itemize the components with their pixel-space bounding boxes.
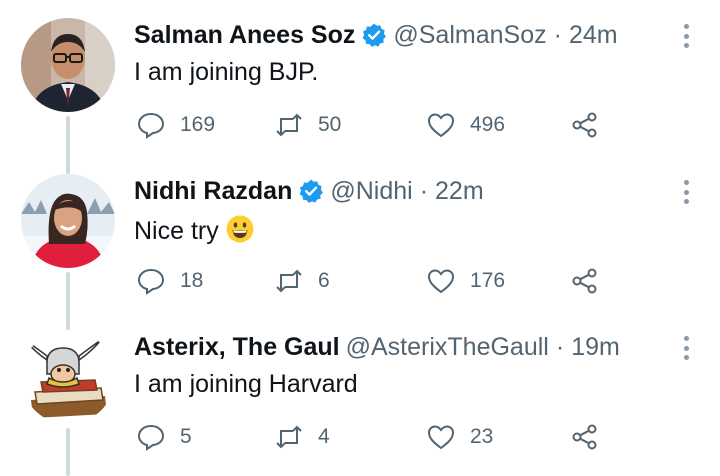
tweet-text: I am joining BJP.: [134, 58, 318, 87]
handle[interactable]: @AsterixTheGaull: [346, 333, 549, 362]
retweet-button[interactable]: 6: [274, 264, 330, 298]
grinning-face-emoji-icon: [226, 215, 254, 243]
tweet-actions: 169 50 496: [134, 108, 614, 142]
display-name[interactable]: Nidhi Razdan: [134, 177, 292, 206]
like-count: 176: [470, 269, 506, 292]
retweet-count: 4: [318, 425, 330, 448]
tweet[interactable]: Nidhi Razdan @Nidhi · 22m Nice try 18 6 …: [0, 156, 720, 312]
share-button[interactable]: [570, 420, 600, 454]
heart-icon: [427, 425, 455, 450]
timestamp[interactable]: 19m: [571, 333, 620, 362]
tweet-header: Asterix, The Gaul @AsterixTheGaull · 19m: [134, 330, 620, 364]
tweet-header: Nidhi Razdan @Nidhi · 22m: [134, 174, 484, 208]
retweet-button[interactable]: 4: [274, 420, 330, 454]
reply-icon: [137, 424, 165, 451]
retweet-button[interactable]: 50: [274, 108, 341, 142]
more-options-icon[interactable]: [680, 24, 692, 48]
tweet[interactable]: Salman Anees Soz @SalmanSoz · 24m I am j…: [0, 0, 720, 156]
timestamp[interactable]: 24m: [569, 21, 618, 50]
heart-icon: [427, 269, 455, 294]
heart-icon: [427, 113, 455, 138]
tweet-text-content: I am joining BJP.: [134, 58, 319, 86]
retweet-icon: [276, 269, 302, 293]
like-button[interactable]: 23: [426, 420, 493, 454]
more-options-icon[interactable]: [680, 336, 692, 360]
retweet-count: 6: [318, 269, 330, 292]
tweet-text-content: I am joining Harvard: [134, 370, 358, 398]
avatar[interactable]: [21, 18, 115, 112]
tweet-text: I am joining Harvard: [134, 370, 358, 399]
separator-dot: ·: [419, 176, 429, 205]
like-button[interactable]: 496: [426, 108, 505, 142]
share-button[interactable]: [570, 108, 600, 142]
like-count: 23: [470, 425, 494, 448]
reply-count: 169: [180, 113, 216, 136]
more-options-icon[interactable]: [680, 180, 692, 204]
tweet-actions: 5 4 23: [134, 420, 614, 454]
tweet-text: Nice try: [134, 214, 255, 246]
man-with-glasses-avatar-icon: [21, 18, 115, 112]
tweet-header: Salman Anees Soz @SalmanSoz · 24m: [134, 18, 618, 52]
asterix-cartoon-avatar-icon: [21, 330, 115, 424]
retweet-icon: [276, 113, 302, 137]
separator-dot: ·: [555, 332, 565, 361]
reply-button[interactable]: 169: [136, 108, 215, 142]
reply-button[interactable]: 18: [136, 264, 203, 298]
reply-count: 18: [180, 269, 204, 292]
timestamp[interactable]: 22m: [435, 177, 484, 206]
share-icon: [572, 268, 597, 294]
display-name[interactable]: Asterix, The Gaul: [134, 333, 340, 362]
reply-icon: [137, 112, 165, 139]
tweet-actions: 18 6 176: [134, 264, 614, 298]
share-icon: [572, 112, 597, 138]
like-count: 496: [470, 113, 506, 136]
verified-badge-icon: [363, 23, 387, 47]
share-button[interactable]: [570, 264, 600, 298]
tweet-text-content: Nice try: [134, 217, 219, 245]
display-name[interactable]: Salman Anees Soz: [134, 21, 355, 50]
avatar[interactable]: [21, 174, 115, 268]
separator-dot: ·: [553, 20, 562, 49]
woman-in-snow-avatar-icon: [21, 174, 115, 268]
tweet[interactable]: Asterix, The Gaul @AsterixTheGaull · 19m…: [0, 312, 720, 468]
retweet-count: 50: [318, 113, 342, 136]
reply-count: 5: [180, 425, 192, 448]
retweet-icon: [276, 425, 302, 449]
verified-badge-icon: [299, 179, 324, 203]
share-icon: [572, 424, 597, 450]
avatar[interactable]: [21, 330, 115, 424]
handle[interactable]: @Nidhi: [330, 177, 412, 206]
like-button[interactable]: 176: [426, 264, 505, 298]
handle[interactable]: @SalmanSoz: [393, 21, 546, 50]
reply-icon: [137, 268, 165, 295]
reply-button[interactable]: 5: [136, 420, 192, 454]
